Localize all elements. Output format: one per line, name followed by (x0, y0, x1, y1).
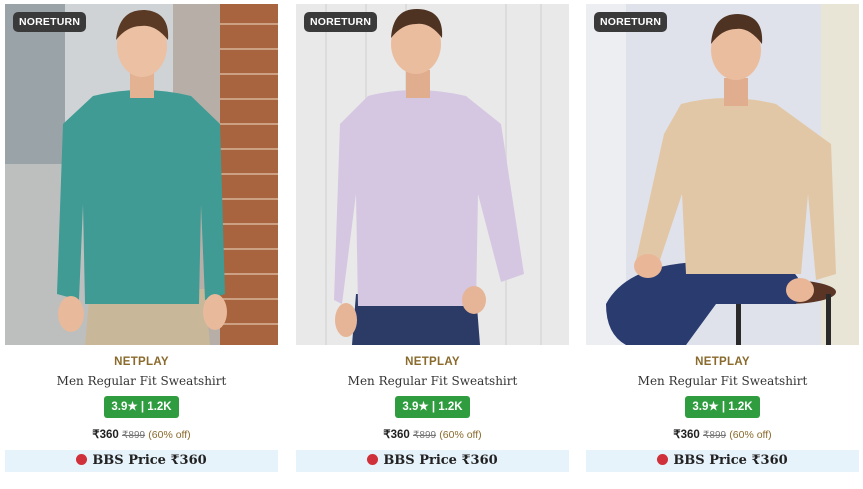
product-title[interactable]: Men Regular Fit Sweatshirt (296, 374, 569, 388)
product-image[interactable]: NORETURN (5, 4, 278, 345)
bbs-price-text: BBS Price ₹360 (673, 453, 788, 468)
bbs-price-banner: BBS Price ₹360 (296, 450, 569, 472)
bbs-logo-icon (367, 454, 379, 465)
noreturn-badge: NORETURN (13, 12, 87, 32)
mrp-price: ₹899 (703, 430, 727, 441)
bbs-logo-icon (657, 454, 669, 465)
price-row: ₹360 ₹899 (60% off) (586, 427, 859, 441)
product-title[interactable]: Men Regular Fit Sweatshirt (586, 374, 859, 388)
product-grid: NORETURN NETPLAY Men Regular Fit Sweatsh… (0, 0, 863, 489)
sale-price: ₹360 (383, 429, 410, 441)
sale-price: ₹360 (673, 429, 700, 441)
product-title[interactable]: Men Regular Fit Sweatshirt (5, 374, 278, 388)
price-row: ₹360 ₹899 (60% off) (5, 427, 278, 441)
product-card[interactable]: NORETURN NETPLAY Men Regular Fit Sweatsh… (586, 4, 859, 472)
brand-name[interactable]: NETPLAY (586, 356, 859, 368)
rating-badge: 3.9★ | 1.2K (395, 396, 470, 418)
product-image[interactable]: NORETURN (296, 4, 569, 345)
discount-text: (60% off) (729, 429, 772, 441)
noreturn-badge: NORETURN (594, 12, 668, 32)
product-card[interactable]: NORETURN NETPLAY Men Regular Fit Sweatsh… (5, 4, 278, 472)
product-card[interactable]: NORETURN NETPLAY Men Regular Fit Sweatsh… (296, 4, 569, 472)
noreturn-badge: NORETURN (304, 12, 378, 32)
discount-text: (60% off) (439, 429, 482, 441)
sale-price: ₹360 (92, 429, 119, 441)
price-row: ₹360 ₹899 (60% off) (296, 427, 569, 441)
bbs-price-banner: BBS Price ₹360 (586, 450, 859, 472)
bbs-price-text: BBS Price ₹360 (383, 453, 498, 468)
product-image[interactable]: NORETURN (586, 4, 859, 345)
bbs-logo-icon (76, 454, 88, 465)
mrp-price: ₹899 (122, 430, 146, 441)
discount-text: (60% off) (148, 429, 191, 441)
bbs-price-banner: BBS Price ₹360 (5, 450, 278, 472)
brand-name[interactable]: NETPLAY (296, 356, 569, 368)
brand-name[interactable]: NETPLAY (5, 356, 278, 368)
bbs-price-text: BBS Price ₹360 (92, 453, 207, 468)
rating-badge: 3.9★ | 1.2K (685, 396, 760, 418)
rating-badge: 3.9★ | 1.2K (104, 396, 179, 418)
mrp-price: ₹899 (413, 430, 437, 441)
